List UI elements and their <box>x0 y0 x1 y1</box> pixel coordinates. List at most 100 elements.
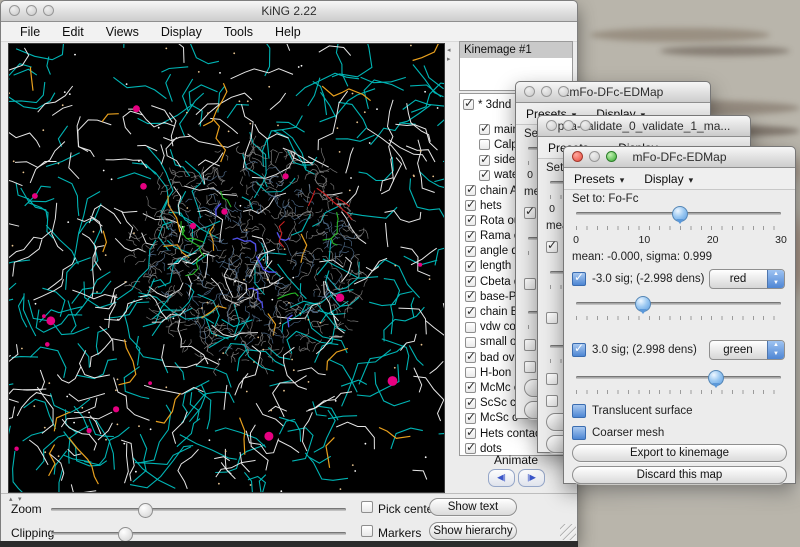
group-checkbox[interactable] <box>465 352 476 363</box>
menu-edit[interactable]: Edit <box>51 25 95 39</box>
coarser-mesh-checkbox[interactable] <box>524 361 536 373</box>
low-contour-checkbox[interactable] <box>546 241 558 253</box>
menu-file[interactable]: File <box>9 25 51 39</box>
map-titlebar[interactable]: pka-validate_0_validate_1_ma... <box>538 116 750 137</box>
menu-views[interactable]: Views <box>95 25 150 39</box>
splitter-collapse-right-icon[interactable]: ▸ <box>447 56 451 63</box>
low-contour-checkbox[interactable] <box>524 207 536 219</box>
minimize-button[interactable] <box>541 86 552 97</box>
map-titlebar[interactable]: 2mFo-DFc-EDMap <box>516 82 710 103</box>
group-checkbox[interactable] <box>465 185 476 196</box>
group-checkbox[interactable] <box>465 261 476 272</box>
zoom-button[interactable] <box>606 151 617 162</box>
show-hierarchy-label: Show hierarchy <box>433 525 512 537</box>
group-checkbox[interactable] <box>465 398 476 409</box>
show-text-button[interactable]: Show text <box>429 498 517 516</box>
close-button[interactable] <box>524 86 535 97</box>
group-checkbox[interactable] <box>465 367 476 378</box>
zoom-button[interactable] <box>43 5 54 16</box>
group-checkbox[interactable] <box>463 99 474 110</box>
group-checkbox[interactable] <box>479 139 490 150</box>
clipping-slider-thumb[interactable] <box>118 527 133 542</box>
resize-grip[interactable] <box>560 524 576 540</box>
group-label: angle d <box>480 245 518 257</box>
menu-tools[interactable]: Tools <box>213 25 264 39</box>
menu-help[interactable]: Help <box>264 25 312 39</box>
group-checkbox[interactable] <box>465 231 476 242</box>
zoom-slider-thumb[interactable] <box>138 503 153 518</box>
high-slider-ticks <box>576 390 781 394</box>
menu-display[interactable]: Display <box>150 25 213 39</box>
coarser-mesh-checkbox[interactable] <box>546 395 558 407</box>
level-tick-label: 30 <box>775 234 787 246</box>
group-checkbox[interactable] <box>465 428 476 439</box>
group-checkbox[interactable] <box>465 382 476 393</box>
group-label: * 3dnd <box>478 99 511 111</box>
main-titlebar[interactable]: KiNG 2.22 <box>1 1 577 22</box>
presets-menu[interactable]: Presets <box>574 172 624 186</box>
translucent-surface-checkbox[interactable] <box>546 373 558 385</box>
map-window-mfo-dfc[interactable]: mFo-DFc-EDMapPresetsDisplaySet to: Fo-Fc… <box>563 146 796 484</box>
group-checkbox[interactable] <box>465 246 476 257</box>
high-contour-checkbox[interactable] <box>524 278 536 290</box>
high-contour-color-select[interactable]: green <box>709 340 785 360</box>
low-slider[interactable] <box>576 302 781 305</box>
group-checkbox[interactable] <box>479 124 490 135</box>
high-slider-thumb[interactable] <box>708 370 724 386</box>
low-contour-color-select[interactable]: red <box>709 269 785 289</box>
window-title: KiNG 2.22 <box>261 4 316 18</box>
group-checkbox[interactable] <box>465 337 476 348</box>
animate-step-back-button[interactable]: ◀| <box>488 469 515 487</box>
level-tick-label: 0 <box>573 234 579 246</box>
close-button[interactable] <box>572 151 583 162</box>
low-contour-checkbox[interactable] <box>572 272 586 286</box>
coarser-mesh-checkbox[interactable] <box>572 426 586 440</box>
molecule-render[interactable] <box>9 44 444 492</box>
animate-step-forward-button[interactable]: |▶ <box>518 469 545 487</box>
zoom-button[interactable] <box>580 120 591 131</box>
minimize-button[interactable] <box>26 5 37 16</box>
group-checkbox[interactable] <box>465 276 476 287</box>
step-back-icon: ◀| <box>497 472 506 482</box>
group-label: McMc c <box>480 382 520 394</box>
display-menu[interactable]: Display <box>644 172 693 186</box>
translucent-surface-checkbox[interactable] <box>572 404 586 418</box>
map-titlebar[interactable]: mFo-DFc-EDMap <box>564 147 795 168</box>
markers-checkbox[interactable] <box>361 525 373 537</box>
group-label: chain A <box>480 185 518 197</box>
splitter-collapse-left-icon[interactable]: ◂ <box>447 47 451 54</box>
high-slider[interactable] <box>576 376 781 379</box>
group-checkbox[interactable] <box>465 307 476 318</box>
zoom-slider[interactable] <box>51 508 346 511</box>
export-to-kinemage-button[interactable]: Export to kinemage <box>572 444 787 462</box>
high-contour-checkbox[interactable] <box>572 343 586 357</box>
molecule-viewport[interactable] <box>8 43 445 493</box>
window-title: mFo-DFc-EDMap <box>632 150 726 164</box>
discard-this-map-button[interactable]: Discard this map <box>572 466 787 484</box>
kinemage-list-item[interactable]: Kinemage #1 <box>460 42 572 58</box>
close-button[interactable] <box>9 5 20 16</box>
group-checkbox[interactable] <box>465 291 476 302</box>
group-checkbox[interactable] <box>479 170 490 181</box>
group-checkbox[interactable] <box>465 200 476 211</box>
minimize-button[interactable] <box>589 151 600 162</box>
clipping-slider[interactable] <box>51 532 346 535</box>
group-checkbox[interactable] <box>465 413 476 424</box>
high-contour-checkbox[interactable] <box>546 312 558 324</box>
minimize-button[interactable] <box>563 120 574 131</box>
low-slider-thumb[interactable] <box>635 296 651 312</box>
level-tick-label: 0 <box>527 169 533 181</box>
close-button[interactable] <box>546 120 557 131</box>
group-checkbox[interactable] <box>465 215 476 226</box>
show-hierarchy-button[interactable]: Show hierarchy <box>429 522 517 540</box>
level-slider[interactable] <box>576 212 781 215</box>
group-checkbox[interactable] <box>479 155 490 166</box>
vertical-splitter[interactable]: ◂ ▸ <box>445 43 458 493</box>
group-checkbox[interactable] <box>465 322 476 333</box>
pick-center-checkbox[interactable] <box>361 501 373 513</box>
window-controls <box>572 151 617 162</box>
high-contour-label: 3.0 sig; (2.998 dens) <box>592 344 697 356</box>
level-slider-thumb[interactable] <box>672 206 688 222</box>
zoom-button[interactable] <box>558 86 569 97</box>
translucent-surface-checkbox[interactable] <box>524 339 536 351</box>
